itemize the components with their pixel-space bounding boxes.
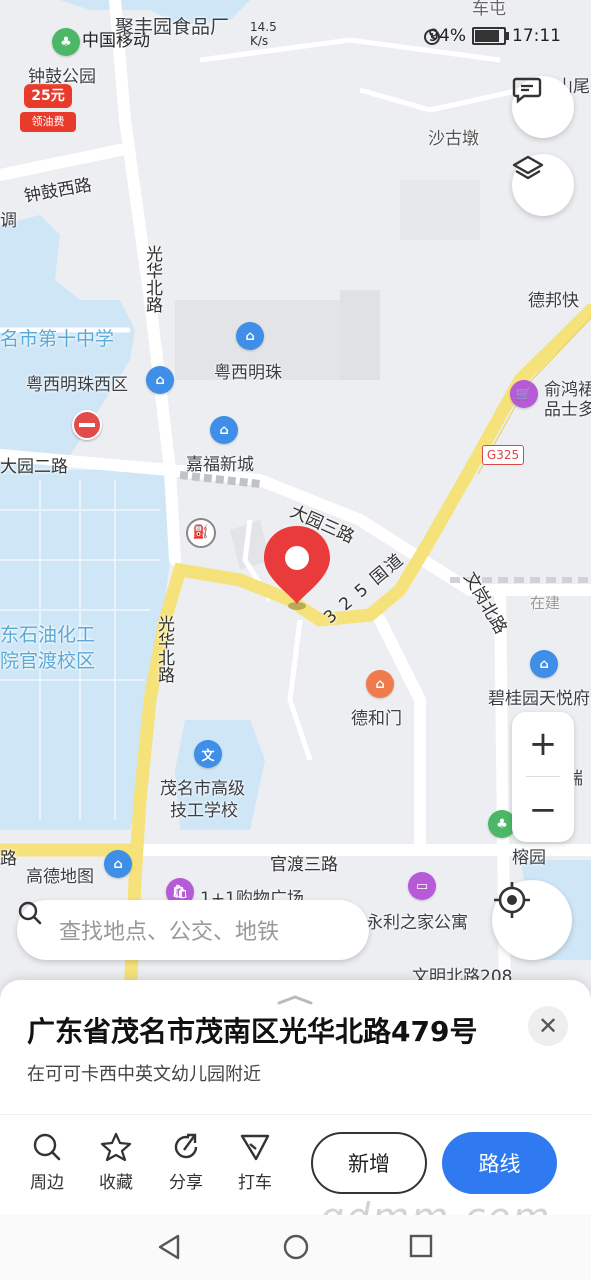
back-button[interactable] bbox=[156, 1233, 182, 1265]
gas-station-icon[interactable]: ⛽ bbox=[186, 518, 216, 548]
map-label-debang: 德邦快 bbox=[528, 291, 579, 311]
map-label-yonglizhijia: 永利之家公寓 bbox=[366, 913, 468, 933]
shopping-poi-icon[interactable]: 🛒 bbox=[510, 380, 538, 408]
road-label-guanghua-north-1: 光华北路 bbox=[142, 245, 162, 313]
map-label-jiafu: 嘉福新城 bbox=[186, 455, 254, 475]
sheet-handle-icon[interactable] bbox=[276, 990, 314, 1005]
zoom-out-button[interactable]: − bbox=[512, 778, 574, 842]
place-title: 广东省茂名市茂南区光华北路479号 bbox=[27, 1015, 478, 1048]
star-icon bbox=[86, 1130, 146, 1164]
share-icon bbox=[156, 1130, 216, 1164]
clock: 17:11 bbox=[512, 26, 561, 46]
school-poi-icon[interactable]: 文 bbox=[194, 740, 222, 768]
search-bar[interactable]: 查找地点、公交、地铁 bbox=[17, 900, 369, 960]
map-label-amap: 高德地图 bbox=[26, 867, 94, 887]
oil-fee-badge[interactable]: 25元 领油费 bbox=[20, 84, 76, 132]
layers-button[interactable] bbox=[512, 154, 574, 216]
map-label-rongyuan: 榕园 bbox=[512, 848, 546, 868]
road-label-guanghua-north-2: 光华北路 bbox=[154, 615, 174, 683]
road-label-lu-left: 路 bbox=[0, 849, 17, 869]
map-label-food-factory: 聚丰园食品厂 bbox=[115, 16, 230, 38]
map-label-biguiyuan: 碧桂园天悦府 bbox=[488, 689, 590, 709]
taxi-button[interactable]: 打车 bbox=[225, 1130, 285, 1193]
residence-poi-icon[interactable]: ⌂ bbox=[236, 322, 264, 350]
back-icon bbox=[158, 1234, 180, 1260]
map-label-yuhong-2: 品士多 bbox=[544, 400, 591, 420]
route-button[interactable]: 路线 bbox=[442, 1132, 557, 1194]
road-label-guandu-3: 官渡三路 bbox=[270, 855, 338, 875]
no-entry-icon bbox=[72, 410, 102, 440]
residence-poi-icon[interactable]: ⌂ bbox=[104, 850, 132, 878]
taxi-icon bbox=[225, 1130, 285, 1164]
residence-poi-icon[interactable]: ⌂ bbox=[530, 650, 558, 678]
map-label-park: 钟鼓公园 bbox=[28, 67, 96, 87]
battery-icon bbox=[472, 27, 509, 45]
favorite-button[interactable]: 收藏 bbox=[86, 1130, 146, 1193]
zoom-control: + − bbox=[512, 712, 574, 842]
share-button[interactable]: 分享 bbox=[156, 1130, 216, 1193]
map-label-school-10: 名市第十中学 bbox=[0, 328, 115, 350]
map-label-yuexi-pearl: 粤西明珠 bbox=[214, 363, 282, 383]
map-label-chewu: 车屯 bbox=[472, 0, 506, 19]
recents-button[interactable] bbox=[408, 1233, 434, 1263]
search-icon bbox=[17, 1130, 77, 1164]
map-label-petrochem-1: 东石油化工 bbox=[0, 624, 96, 646]
road-label-dayuan-2: 大园二路 bbox=[0, 457, 68, 477]
park-poi-icon[interactable]: ♣ bbox=[52, 28, 80, 56]
zoom-in-button[interactable]: + bbox=[512, 712, 574, 776]
map-label-diao: 调 bbox=[0, 211, 17, 231]
gate-poi-icon[interactable]: ⌂ bbox=[366, 670, 394, 698]
locate-button[interactable] bbox=[492, 880, 572, 960]
search-input[interactable]: 查找地点、公交、地铁 bbox=[59, 914, 279, 946]
close-button[interactable]: ✕ bbox=[528, 1006, 568, 1046]
system-nav-bar bbox=[0, 1215, 591, 1280]
map-label-dehemen: 德和门 bbox=[351, 709, 402, 729]
map-label-under-construction: 在建 bbox=[530, 594, 561, 612]
recents-icon bbox=[409, 1234, 433, 1258]
feedback-button[interactable] bbox=[512, 76, 574, 138]
residence-poi-icon[interactable]: ⌂ bbox=[210, 416, 238, 444]
map-label-technician-2: 技工学校 bbox=[170, 801, 238, 821]
map-label-petrochem-2: 院官渡校区 bbox=[0, 650, 96, 672]
location-pin-icon[interactable] bbox=[262, 524, 332, 610]
residence-poi-icon[interactable]: ⌂ bbox=[146, 366, 174, 394]
map-view[interactable]: 中国移动 14.5 K/s 94% 17:11 25元 领油费 聚丰园食品厂 钟… bbox=[0, 0, 591, 1000]
hotel-poi-icon[interactable]: ▭ bbox=[408, 872, 436, 900]
add-button[interactable]: 新增 bbox=[311, 1132, 427, 1194]
home-button[interactable] bbox=[282, 1233, 310, 1265]
g325-shield: G325 bbox=[482, 445, 524, 465]
nearby-button[interactable]: 周边 bbox=[17, 1130, 77, 1193]
place-subtitle: 在可可卡西中英文幼儿园附近 bbox=[27, 1064, 261, 1085]
place-detail-sheet: 广东省茂名市茂南区光华北路479号 在可可卡西中英文幼儿园附近 ✕ 周边 收藏 … bbox=[0, 980, 591, 1215]
map-label-yuexi-pearl-west: 粤西明珠西区 bbox=[26, 375, 128, 395]
close-icon: ✕ bbox=[537, 1012, 559, 1040]
map-label-sha-gu-dun: 沙古墩 bbox=[428, 129, 479, 149]
home-icon bbox=[283, 1234, 309, 1260]
network-speed: 14.5 K/s bbox=[250, 20, 277, 48]
